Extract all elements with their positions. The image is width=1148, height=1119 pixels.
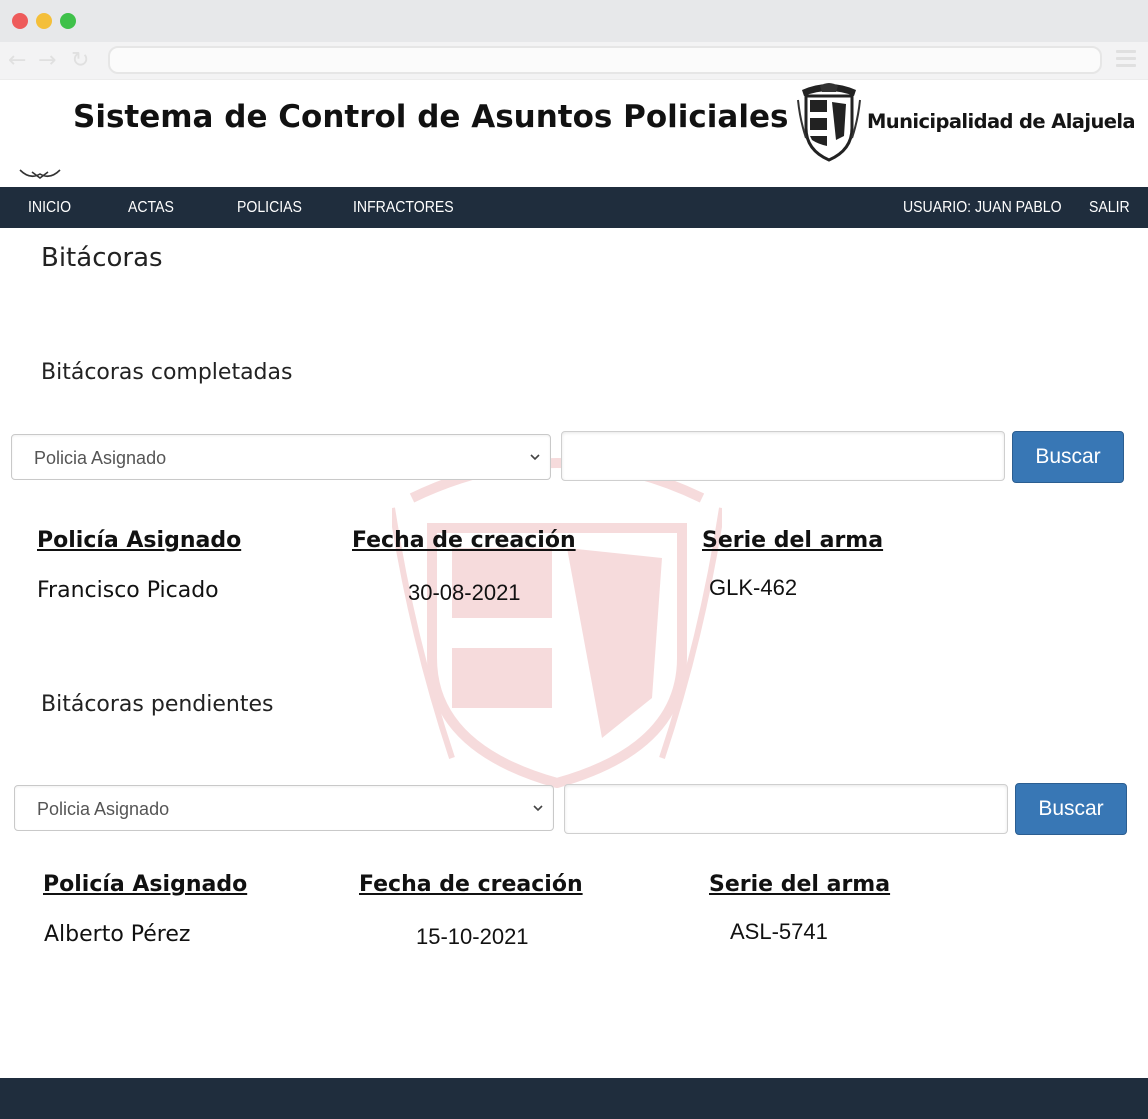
main-navbar: INICIO ACTAS POLICIAS INFRACTORES USUARI… — [0, 187, 1148, 228]
address-bar[interactable] — [108, 46, 1102, 74]
pending-search-button[interactable]: Buscar — [1015, 783, 1127, 835]
maximize-window-button[interactable] — [60, 13, 76, 29]
nav-item-inicio[interactable]: INICIO — [28, 199, 71, 217]
nav-item-actas[interactable]: ACTAS — [128, 199, 174, 217]
page-footer — [0, 1078, 1148, 1119]
chevron-down-icon — [533, 805, 543, 812]
column-header[interactable]: Fecha de creación — [359, 872, 583, 897]
table-cell-weapon-serial: ASL-5741 — [730, 919, 828, 944]
reload-icon[interactable]: ↻ — [71, 48, 89, 73]
column-header[interactable]: Serie del arma — [709, 872, 890, 897]
close-window-button[interactable] — [12, 13, 28, 29]
table-cell-officer: Francisco Picado — [37, 578, 219, 603]
table-cell-weapon-serial: GLK-462 — [709, 575, 798, 600]
logout-link[interactable]: SALIR — [1089, 199, 1130, 217]
nav-item-infractores[interactable]: INFRACTORES — [353, 199, 454, 217]
page-title: Bitácoras — [41, 243, 163, 273]
column-header[interactable]: Fecha de creación — [352, 528, 576, 553]
app-title: Sistema de Control de Asuntos Policiales — [73, 99, 789, 135]
ornament-icon — [19, 169, 61, 179]
column-header[interactable]: Policía Asignado — [37, 528, 241, 553]
table-cell-date: 30-08-2021 — [408, 580, 521, 605]
column-header[interactable]: Policía Asignado — [43, 872, 247, 897]
watermark-crest-image — [392, 458, 722, 788]
municipal-crest-logo — [797, 83, 861, 162]
browser-titlebar — [0, 0, 1148, 42]
section-title-pending: Bitácoras pendientes — [41, 692, 274, 717]
completed-search-input[interactable] — [561, 431, 1005, 481]
table-cell-date: 15-10-2021 — [416, 924, 529, 949]
column-header[interactable]: Serie del arma — [702, 528, 883, 553]
chevron-down-icon — [530, 454, 540, 461]
user-label[interactable]: USUARIO: JUAN PABLO — [903, 199, 1062, 217]
completed-search-button[interactable]: Buscar — [1012, 431, 1124, 483]
pending-officer-select[interactable]: Policia Asignado — [14, 785, 554, 831]
nav-item-policias[interactable]: POLICIAS — [237, 199, 302, 217]
completed-officer-select[interactable]: Policia Asignado — [11, 434, 551, 480]
table-cell-officer: Alberto Pérez — [44, 922, 191, 947]
select-value: Policia Asignado — [37, 799, 170, 819]
arrow-right-icon[interactable]: → — [38, 48, 56, 73]
hamburger-menu-icon[interactable] — [1116, 50, 1136, 70]
arrow-left-icon[interactable]: ← — [8, 48, 26, 73]
select-value: Policia Asignado — [34, 448, 167, 468]
section-title-completed: Bitácoras completadas — [41, 360, 293, 385]
org-name: Municipalidad de Alajuela — [867, 110, 1136, 133]
minimize-window-button[interactable] — [36, 13, 52, 29]
pending-search-input[interactable] — [564, 784, 1008, 834]
